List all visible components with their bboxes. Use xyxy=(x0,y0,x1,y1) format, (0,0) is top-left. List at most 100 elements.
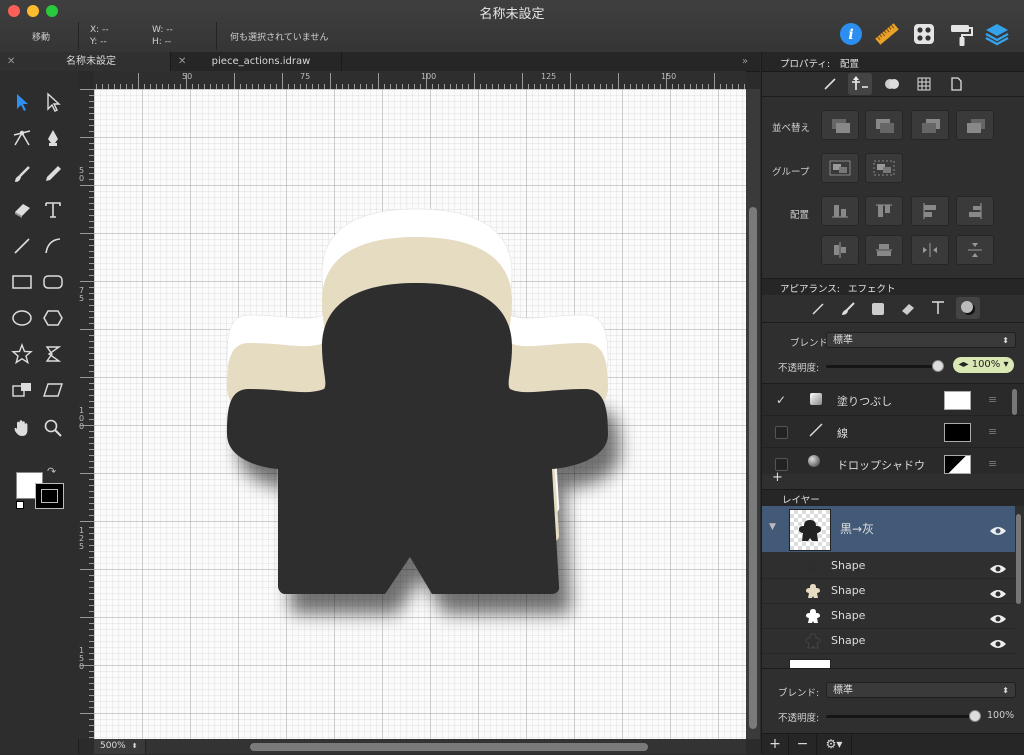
drawing-canvas[interactable] xyxy=(94,89,746,739)
brush-tool[interactable] xyxy=(7,159,37,189)
skew-tool[interactable] xyxy=(38,375,68,405)
shadow-color-well[interactable] xyxy=(944,455,971,474)
opacity-slider[interactable] xyxy=(826,365,941,368)
disclosure-triangle-icon[interactable]: ▼ xyxy=(769,522,776,532)
align-left-button[interactable] xyxy=(821,196,859,226)
effect-row-fill[interactable]: ✓ 塗りつぶし ≡ xyxy=(762,384,1024,416)
stroke-enabled-checkbox[interactable] xyxy=(775,426,788,439)
remove-layer-button[interactable]: − xyxy=(789,734,817,755)
info-icon[interactable]: i xyxy=(837,20,865,48)
star-tool[interactable] xyxy=(7,339,37,369)
effects-tab-icon[interactable] xyxy=(956,297,980,319)
add-effect-button[interactable]: + xyxy=(772,470,783,485)
distribute-horizontal-button[interactable] xyxy=(821,235,859,265)
layer-row[interactable]: Shape xyxy=(762,628,1015,654)
tab-grid-icon[interactable] xyxy=(916,76,932,92)
tab-document-icon[interactable] xyxy=(948,76,964,92)
opacity-slider-knob[interactable] xyxy=(932,360,944,372)
zoom-level-select[interactable]: 500% ⬍ xyxy=(94,739,146,754)
tab-overflow-button[interactable]: » xyxy=(742,52,748,71)
tab-piece-actions[interactable]: ✕ piece_actions.idraw xyxy=(171,52,342,71)
spiral-tool[interactable] xyxy=(38,339,68,369)
space-vertical-button[interactable] xyxy=(956,235,994,265)
pencil-tool[interactable] xyxy=(38,159,68,189)
select-tool[interactable] xyxy=(7,87,37,117)
eye-icon[interactable] xyxy=(989,610,1007,629)
space-horizontal-button[interactable] xyxy=(911,235,949,265)
bring-to-front-button[interactable] xyxy=(821,110,859,140)
fill-tab-icon[interactable] xyxy=(870,301,886,321)
effects-scroll-thumb[interactable] xyxy=(1012,389,1017,415)
layer-group-row[interactable]: ▼ 黒→灰 xyxy=(762,506,1015,552)
distribute-vertical-button[interactable] xyxy=(865,235,903,265)
layer-row[interactable]: Shape xyxy=(762,553,1015,579)
direct-select-tool[interactable] xyxy=(38,87,68,117)
text-tab-icon[interactable] xyxy=(930,300,946,320)
shape-combine-tool[interactable] xyxy=(7,375,37,405)
align-center-button[interactable] xyxy=(911,196,949,226)
eye-icon[interactable] xyxy=(989,585,1007,604)
eye-icon[interactable] xyxy=(989,635,1007,654)
bring-forward-button[interactable] xyxy=(865,110,903,140)
path-tool[interactable] xyxy=(7,123,37,153)
stroke-tab-icon[interactable] xyxy=(810,301,826,321)
align-top-button[interactable] xyxy=(865,196,903,226)
swap-colors-icon[interactable]: ↷ xyxy=(47,465,56,478)
eye-icon[interactable] xyxy=(989,560,1007,579)
vertical-scrollbar[interactable] xyxy=(746,89,760,739)
stroke-line-icon xyxy=(808,422,824,442)
eraser-tab-icon[interactable] xyxy=(900,301,916,321)
layers-scroll-thumb[interactable] xyxy=(1016,514,1021,604)
blend-mode-select[interactable]: 標準 ⬍ xyxy=(826,332,1016,348)
effect-row-stroke[interactable]: 線 ≡ xyxy=(762,416,1024,448)
group-button[interactable] xyxy=(821,153,859,183)
rounded-rectangle-tool[interactable] xyxy=(38,267,68,297)
layer-row[interactable]: Shape xyxy=(762,578,1015,604)
opacity-value-field[interactable]: ◂▸ 100% ▾ xyxy=(953,357,1014,373)
arc-tool[interactable] xyxy=(38,231,68,261)
pen-tool[interactable] xyxy=(38,123,68,153)
add-layer-button[interactable]: + xyxy=(762,734,789,755)
layer-blend-select[interactable]: 標準 ⬍ xyxy=(826,682,1016,698)
layer-opacity-knob[interactable] xyxy=(969,710,981,722)
default-colors-icon[interactable] xyxy=(16,501,24,509)
effect-row-shadow[interactable]: ドロップシャドウ ≡ xyxy=(762,448,1024,474)
fill-enabled-checkbox[interactable]: ✓ xyxy=(776,393,786,407)
eye-icon[interactable] xyxy=(989,522,1007,541)
send-to-back-button[interactable] xyxy=(956,110,994,140)
layer-settings-gear-icon[interactable]: ⚙▾ xyxy=(817,734,852,755)
align-right-button[interactable] xyxy=(956,196,994,226)
stroke-color-swatch[interactable] xyxy=(35,483,64,509)
layers-icon[interactable] xyxy=(983,20,1011,48)
stroke-color-well[interactable] xyxy=(944,423,971,442)
ruler-corner xyxy=(78,71,94,89)
tab-pen-icon[interactable] xyxy=(822,76,838,92)
drag-handle-icon[interactable]: ≡ xyxy=(988,393,997,406)
brush-tab-icon[interactable] xyxy=(840,301,856,321)
layer-row[interactable]: Shape xyxy=(762,603,1015,629)
paint-roller-icon[interactable] xyxy=(947,20,975,48)
ellipse-tool[interactable] xyxy=(7,303,37,333)
polygon-tool[interactable] xyxy=(38,303,68,333)
zoom-tool[interactable] xyxy=(38,413,68,443)
fill-color-well[interactable] xyxy=(944,391,971,410)
text-tool[interactable] xyxy=(38,195,68,225)
eraser-tool[interactable] xyxy=(7,195,37,225)
hand-tool[interactable] xyxy=(7,413,37,443)
drag-handle-icon[interactable]: ≡ xyxy=(988,457,997,470)
send-backward-button[interactable] xyxy=(911,110,949,140)
horizontal-scroll-thumb[interactable] xyxy=(250,743,648,751)
tab-shape-icon[interactable] xyxy=(884,76,900,92)
tab-align-icon[interactable] xyxy=(848,73,872,95)
horizontal-scrollbar[interactable]: 500% ⬍ xyxy=(94,739,746,754)
layer-opacity-slider[interactable] xyxy=(826,715,976,718)
ungroup-button[interactable] xyxy=(865,153,903,183)
ruler-label: 150 xyxy=(661,72,677,81)
vertical-scroll-thumb[interactable] xyxy=(749,207,757,729)
tab-active-document[interactable]: ✕ 名称未設定 xyxy=(0,52,171,71)
line-tool[interactable] xyxy=(7,231,37,261)
rectangle-tool[interactable] xyxy=(7,267,37,297)
ruler-icon[interactable] xyxy=(873,20,901,48)
grid-icon[interactable] xyxy=(910,20,938,48)
drag-handle-icon[interactable]: ≡ xyxy=(988,425,997,438)
